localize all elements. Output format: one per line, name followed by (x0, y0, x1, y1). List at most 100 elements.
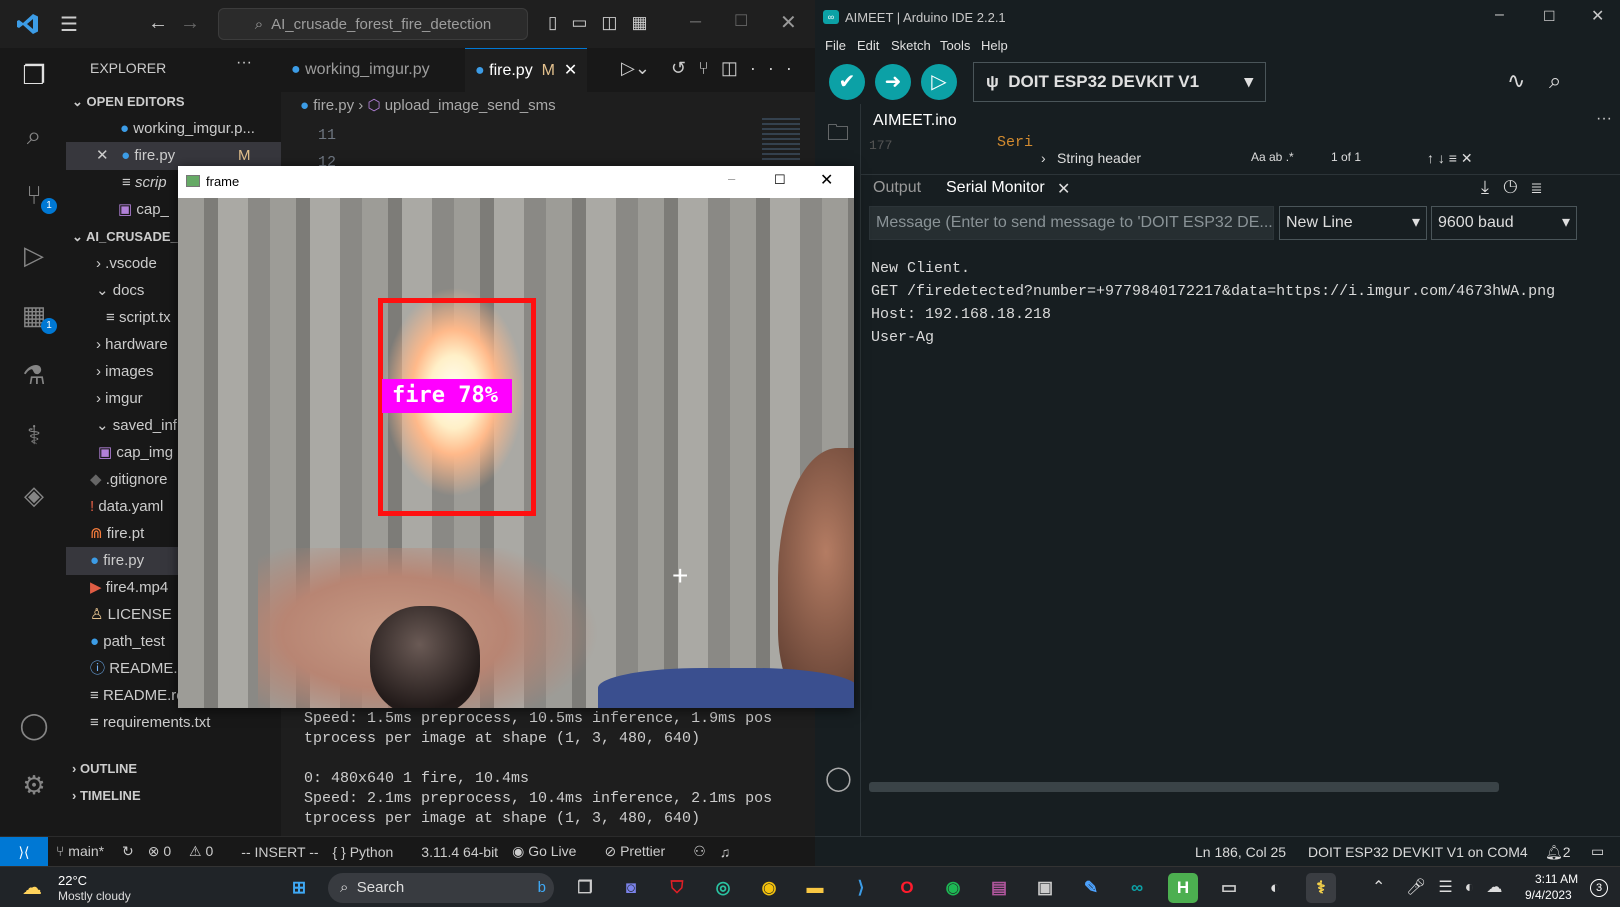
tree-item[interactable]: ≡ requirements.txt (66, 709, 281, 737)
expand-icon[interactable]: › (1041, 150, 1046, 166)
spotify-icon[interactable]: ◉ (938, 873, 968, 903)
close-icon[interactable]: ✕ (1591, 6, 1604, 26)
close-icon[interactable]: ✕ (780, 10, 797, 35)
notification-badge[interactable]: 3 (1590, 879, 1608, 897)
bell-icon[interactable]: ♫ (720, 844, 731, 860)
find-widget[interactable]: › String header Aa ab .* 1 of 1 ↑ ↓ ≡ ✕ (1041, 150, 1561, 172)
board-port[interactable]: DOIT ESP32 DEVKIT V1 on COM4 (1308, 844, 1528, 860)
obs-icon[interactable]: ◐ (1260, 873, 1290, 903)
outline-header[interactable]: › OUTLINE (66, 755, 281, 783)
minimize-icon[interactable]: – (1495, 6, 1504, 24)
breadcrumb-file[interactable]: fire.py (313, 97, 354, 114)
testing-icon[interactable]: ⚗ (17, 358, 51, 392)
app-icon[interactable]: ▣ (1030, 873, 1060, 903)
h-app-icon[interactable]: H (1168, 873, 1198, 903)
back-icon[interactable]: ← (148, 12, 168, 35)
frame-window[interactable]: frame – ☐ ✕ fire 78% + (178, 166, 854, 708)
more-actions-icon[interactable]: ··· (236, 54, 252, 72)
tab-serial-monitor[interactable]: Serial Monitor (946, 179, 1045, 197)
remote-icon[interactable]: ⟩⟨ (0, 836, 48, 867)
mcafee-icon[interactable]: ⛉ (662, 873, 692, 903)
horizontal-scrollbar[interactable] (869, 782, 1499, 792)
accounts-icon[interactable]: ⚇ (693, 843, 706, 860)
tab-output[interactable]: Output (873, 179, 921, 197)
toolbar-icons[interactable]: ↺⑂◫··· (671, 58, 804, 79)
breadcrumb-symbol[interactable]: upload_image_send_sms (385, 97, 556, 114)
golive-item[interactable]: ◉ Go Live (512, 843, 590, 860)
menu-item-edit[interactable]: Edit (857, 38, 879, 53)
settings-gear-icon[interactable]: ⚙ (17, 768, 51, 802)
python-taskbar-icon[interactable]: ⚕ (1306, 873, 1336, 903)
forward-icon[interactable]: → (180, 12, 200, 35)
account-icon[interactable]: ◯ (17, 708, 51, 742)
debug-button[interactable]: ▷ (921, 64, 957, 100)
notification-icon[interactable]: 🔔︎2 (1545, 844, 1571, 861)
run-debug-icon[interactable]: ▷ (17, 238, 51, 272)
layers-icon[interactable]: ◈ (17, 478, 51, 512)
maximize-icon[interactable]: ☐ (1543, 8, 1556, 25)
minimize-icon[interactable]: – (728, 171, 735, 186)
files-icon[interactable]: ❐ (17, 58, 51, 92)
serial-plotter-icon[interactable]: ∿ (1507, 68, 1525, 94)
menu-item-help[interactable]: Help (981, 38, 1008, 53)
opera-icon[interactable]: O (892, 873, 922, 903)
close-editor-icon[interactable]: ✕ (96, 147, 109, 164)
close-icon[interactable]: ✕ (820, 170, 833, 190)
task-view-icon[interactable]: ❐ (570, 873, 600, 903)
tab-working-imgur[interactable]: ● working_imgur.py (281, 48, 440, 92)
menu-icon[interactable]: ☰ (60, 12, 78, 37)
python-version[interactable]: 3.11.4 64-bit (421, 844, 498, 860)
upload-button[interactable]: ➜ (875, 64, 911, 100)
tab-fire-py[interactable]: ● fire.py M ✕ (465, 48, 588, 92)
winrar-icon[interactable]: ▤ (984, 873, 1014, 903)
clock-date[interactable]: 9/4/2023 (1525, 888, 1572, 902)
tray-expand-icon[interactable]: ⌃ (1372, 877, 1385, 897)
folder-icon[interactable]: 🗀 (827, 116, 849, 154)
maximize-icon[interactable]: ☐ (734, 11, 748, 31)
search-icon[interactable]: ⌕ (17, 118, 51, 152)
menu-item-tools[interactable]: Tools (940, 38, 970, 53)
menu-item-file[interactable]: File (825, 38, 846, 53)
open-editor-item[interactable]: ● working_imgur.p... (66, 115, 281, 143)
line-ending-select[interactable]: New Line ▾ (1279, 206, 1427, 240)
arduino-taskbar-icon[interactable]: ∞ (1122, 873, 1152, 903)
clock-time[interactable]: 3:11 AM (1535, 872, 1578, 886)
problems-item[interactable]: ⊗ 0 ⚠ 0 (148, 843, 228, 860)
open-editors-header[interactable]: ⌄ OPEN EDITORS (66, 88, 281, 116)
file-explorer-icon[interactable]: ▬ (800, 873, 830, 903)
language-item[interactable]: { } Python (333, 844, 408, 860)
terminal-icon[interactable]: ▭ (1214, 873, 1244, 903)
find-nav-icons[interactable]: ↑ ↓ ≡ ✕ (1427, 150, 1473, 167)
python-icon[interactable]: ⚕ (17, 418, 51, 452)
teams-icon[interactable]: ◙ (616, 873, 646, 903)
serial-monitor-icon[interactable]: ⌕ (1549, 68, 1561, 94)
maximize-icon[interactable]: ☐ (774, 172, 786, 188)
file-tab[interactable]: AIMEET.ino (873, 112, 957, 130)
branch-item[interactable]: ⑂ main* ↻ (56, 843, 134, 860)
start-icon[interactable]: ⊞ (284, 873, 314, 903)
command-center-search[interactable]: ⌕ AI_crusade_forest_fire_detection (218, 8, 528, 40)
verify-button[interactable]: ✔ (829, 64, 865, 100)
menu-item-sketch[interactable]: Sketch (891, 38, 931, 53)
find-options[interactable]: Aa ab .* (1251, 150, 1294, 164)
vscode-taskbar-icon[interactable]: ⟩ (846, 873, 876, 903)
serial-message-input[interactable]: Message (Enter to send message to 'DOIT … (869, 206, 1274, 240)
run-python-icon[interactable]: ▷⌄ (621, 58, 650, 79)
close-panel-icon[interactable]: ✕ (1057, 179, 1070, 199)
board-selector[interactable]: ψ DOIT ESP32 DEVKIT V1 ▾ (973, 62, 1266, 102)
taskbar-search[interactable]: ⌕ Search b (328, 873, 554, 903)
minimize-icon[interactable]: – (690, 10, 701, 33)
more-icon[interactable]: ··· (1596, 110, 1612, 128)
panel-toolbar-icons[interactable]: ⤓◷≣ (1481, 177, 1556, 198)
weather-icon[interactable]: ☁ (22, 875, 42, 900)
extensions-icon[interactable]: ▦ 1 (17, 298, 57, 334)
layout-icons[interactable]: ▯▭◫▦ (548, 13, 662, 33)
close-tab-icon[interactable]: ✕ (564, 62, 577, 79)
edge-icon[interactable]: ◎ (708, 873, 738, 903)
chrome-icon[interactable]: ◉ (754, 873, 784, 903)
source-control-icon[interactable]: ⑂ 1 (17, 178, 57, 214)
tray-icons[interactable]: 🎤︎☰◐☁ (1406, 877, 1514, 897)
paint-icon[interactable]: ✎ (1076, 873, 1106, 903)
baud-select[interactable]: 9600 baud ▾ (1431, 206, 1577, 240)
panel-toggle-icon[interactable]: ▭ (1591, 843, 1604, 860)
